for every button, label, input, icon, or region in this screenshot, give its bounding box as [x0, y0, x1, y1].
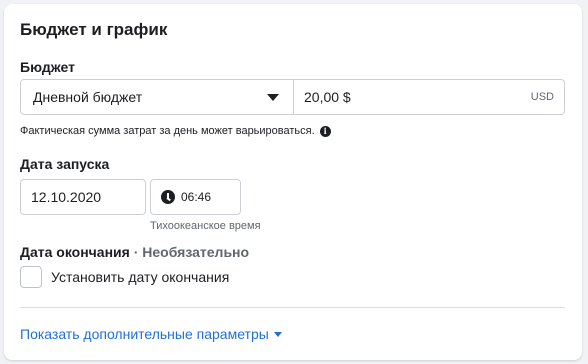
end-date-checkbox[interactable]: [20, 266, 42, 288]
budget-type-select[interactable]: Дневной бюджет: [21, 80, 294, 114]
budget-help-label: Фактическая сумма затрат за день может в…: [20, 125, 315, 137]
optional-label: · Необязательно: [133, 244, 250, 260]
budget-label: Бюджет: [20, 59, 75, 75]
currency-label: USD: [530, 91, 554, 103]
divider: [20, 307, 565, 308]
budget-row: Дневной бюджет 20,00 $ USD: [20, 79, 565, 115]
chevron-down-icon: [267, 93, 279, 101]
timezone-label: Тихоокеанское время: [150, 220, 261, 232]
start-date-label: Дата запуска: [20, 156, 110, 172]
show-more-options-label: Показать дополнительные параметры: [20, 326, 269, 342]
budget-amount-value: 20,00 $: [304, 89, 351, 105]
budget-schedule-card: Бюджет и график Бюджет Дневной бюджет 20…: [4, 4, 582, 360]
budget-amount-input[interactable]: 20,00 $ USD: [294, 80, 564, 114]
show-more-options-link[interactable]: Показать дополнительные параметры: [20, 326, 282, 342]
start-time-value: 06:46: [181, 190, 212, 204]
end-date-label-text: Дата окончания: [20, 244, 130, 260]
start-date-input[interactable]: 12.10.2020: [20, 179, 146, 215]
chevron-down-icon: [273, 331, 282, 337]
info-icon[interactable]: i: [319, 125, 331, 137]
set-end-date-toggle[interactable]: Установить дату окончания: [20, 266, 229, 288]
end-date-label: Дата окончания · Необязательно: [20, 244, 249, 260]
budget-help-text: Фактическая сумма затрат за день может в…: [20, 125, 331, 137]
end-date-checkbox-label: Установить дату окончания: [51, 269, 230, 285]
start-time-input[interactable]: 06:46: [150, 179, 241, 215]
budget-type-value: Дневной бюджет: [33, 89, 143, 105]
card-title: Бюджет и график: [20, 20, 168, 39]
clock-icon: [161, 190, 175, 204]
